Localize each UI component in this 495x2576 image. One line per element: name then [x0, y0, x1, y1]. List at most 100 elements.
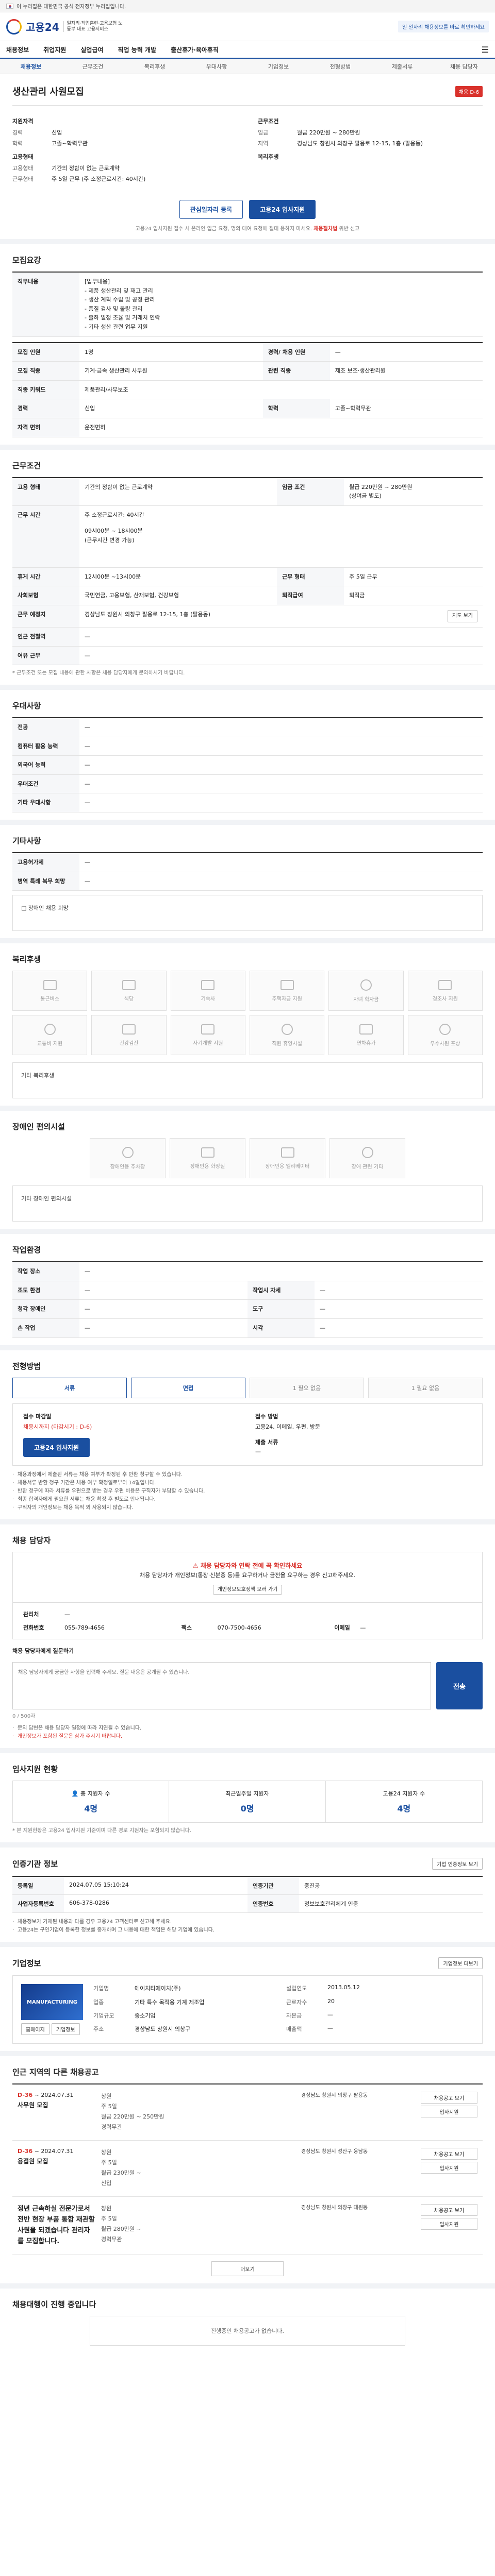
- row-key: 작업시 자세: [248, 1281, 315, 1300]
- welfare-etc: 기타 복리후생: [12, 1062, 483, 1099]
- welfare-item: 주택자금 지원: [249, 971, 325, 1011]
- job-meta: 창원: [101, 2149, 112, 2156]
- menu-icon[interactable]: ☰: [482, 45, 489, 55]
- question-submit-button[interactable]: 전송: [436, 1662, 483, 1710]
- apply-job-button[interactable]: 입사지원: [421, 2218, 477, 2230]
- row-value: 퇴직금: [344, 586, 483, 605]
- cert-notes: 채용정보가 기재된 내용과 다를 경우 고용24 고객센터로 신고해 주세요. …: [12, 1918, 483, 1935]
- cert-info-button[interactable]: 기업 인증정보 보기: [432, 1858, 483, 1870]
- info-key: 설립연도: [286, 1985, 307, 1992]
- job-item[interactable]: 정년 근속하실 전문가로서 전반 현장 부품 통합 재관할 사원을 되겠습니다 …: [12, 2197, 483, 2255]
- duty-table: 직무내용 [업무내용] - 제품 생산관리 및 재고 관리 - 생산 계획 수립 …: [12, 272, 483, 337]
- gnb-item-benefit[interactable]: 실업급여: [80, 45, 103, 54]
- note-item: 최종 합격자에게 필요한 서류는 채용 확정 후 별도로 안내됩니다.: [12, 1496, 483, 1504]
- section-title: 장애인 편의시설: [12, 1122, 65, 1132]
- tab-work[interactable]: 근무조건: [62, 62, 124, 71]
- row-key: 모집 직종: [12, 361, 79, 381]
- facility-label: 장애인용 주차장: [110, 1164, 145, 1170]
- summary-value: 경상남도 창원시 의창구 팔용로 12-15, 1층 (팔용동): [297, 140, 423, 147]
- gnb-item-leave[interactable]: 출산휴가·육아휴직: [171, 45, 219, 54]
- row-key: 휴게 시간: [12, 567, 79, 587]
- job-title[interactable]: 용접원 모집: [18, 2157, 95, 2165]
- tab-recruit[interactable]: 채용정보: [0, 62, 62, 71]
- job-location: 경상남도 창원시 성산구 웅남동: [301, 2149, 368, 2155]
- email-value: —: [360, 1624, 366, 1631]
- info-value: 2013.05.12: [327, 1984, 360, 1991]
- fax-value: 070-7500-4656: [217, 1624, 261, 1631]
- step-none: 1 필요 없음: [368, 1377, 483, 1398]
- bus-icon: [43, 979, 57, 990]
- job-title[interactable]: 정년 근속하실 전문가로서 전반 현장 부품 통합 재관할 사원을 되겠습니다 …: [18, 2204, 95, 2247]
- warning-body: 채용 담당자가 개인정보(통장·신분증 등)를 요구하거나 금전을 요구하는 경…: [140, 1572, 355, 1579]
- welfare-item: 자기개발 지원: [170, 1015, 245, 1056]
- step-none: 1 필요 없음: [250, 1377, 364, 1398]
- conditions-label: 근무조건: [258, 118, 279, 125]
- row-value: 신입: [79, 399, 263, 418]
- row-key: 사업자등록번호: [12, 1895, 64, 1913]
- logo-text: 고용24: [26, 21, 59, 33]
- save-job-button[interactable]: 관심일자리 등록: [179, 200, 243, 219]
- privacy-button[interactable]: 개인정보보호정책 보러 가기: [212, 1584, 283, 1595]
- job-title[interactable]: 사무원 모집: [18, 2100, 95, 2109]
- job-item[interactable]: D-36 ~ 2024.07.31 사무원 모집 창원 주 5일 월급 220만원 ~…: [12, 2084, 483, 2141]
- row-value: 월급 220만원 ~ 280만원 (상여금 별도): [344, 477, 483, 506]
- tab-welfare[interactable]: 복리후생: [124, 62, 186, 71]
- row-key: 근무 형태: [277, 567, 344, 587]
- row-value: 중진공: [299, 1877, 483, 1895]
- view-job-button[interactable]: 채용공고 보기: [421, 2148, 477, 2160]
- tab-company[interactable]: 기업정보: [248, 62, 309, 71]
- view-job-button[interactable]: 채용공고 보기: [421, 2204, 477, 2216]
- apply-job-button[interactable]: 입사지원: [421, 2106, 477, 2118]
- empty-message: 진행중인 채용공고가 없습니다.: [90, 2315, 405, 2346]
- section-title: 전형방법: [12, 1361, 41, 1371]
- tab-prefer[interactable]: 우대사항: [186, 62, 248, 71]
- info-value: 기타 특수 목적용 기계 제조업: [135, 1998, 205, 2006]
- nearby-section: 인근 지역의 다른 채용공고 D-36 ~ 2024.07.31 사무원 모집 창…: [0, 2056, 495, 2289]
- gnb-item-support[interactable]: 취업지원: [43, 45, 66, 54]
- job-item[interactable]: D-36 ~ 2024.07.31 용접원 모집 창원 주 5일 월급 230만원 ~…: [12, 2141, 483, 2197]
- question-notes: 문의 답변은 채용 담당자 일정에 따라 지연될 수 있습니다. 개인정보가 포…: [12, 1724, 483, 1741]
- hours-text: 주 소정근로시간: 40시간: [85, 511, 144, 518]
- gnb-item-training[interactable]: 직업 능력 개발: [118, 45, 157, 54]
- apply-button-2[interactable]: 고용24 입사지원: [23, 1437, 90, 1457]
- welfare-label: 교통비 지원: [37, 1041, 63, 1047]
- phone-value[interactable]: 055-789-4656: [64, 1624, 176, 1631]
- apply-button[interactable]: 고용24 입사지원: [249, 200, 316, 219]
- welfare-item: 기숙사: [170, 971, 245, 1011]
- stats-section: 입사지원 현황 👤 총 지원자 수 4명 최근일주일 지원자 0명 고용24 지원자…: [0, 1753, 495, 1848]
- company-more-button[interactable]: 기업정보 더보기: [438, 1957, 483, 1970]
- duty-label: 직무내용: [12, 272, 79, 337]
- map-button[interactable]: 지도 보기: [448, 609, 477, 622]
- apply-job-button[interactable]: 입사지원: [421, 2162, 477, 2174]
- welfare-item: 직원 휴양시설: [249, 1015, 325, 1056]
- gnb-item-jobs[interactable]: 채용정보: [6, 45, 29, 54]
- view-job-button[interactable]: 채용공고 보기: [421, 2092, 477, 2104]
- homepage-button[interactable]: 홈페이지: [21, 2023, 50, 2036]
- logo[interactable]: 고용24 일자리·직업훈련·고용보험 노동부 대표 고용서비스: [6, 19, 125, 35]
- note-highlight[interactable]: 채용절차법: [314, 226, 337, 232]
- qualification-label: 지원자격: [12, 118, 34, 125]
- welfare-section: 복리후생 통근버스 식당 기숙사 주택자금 지원 자녀 학자금 경조사 지원 교…: [0, 943, 495, 1111]
- question-input[interactable]: [12, 1662, 431, 1710]
- row-value: —: [79, 853, 483, 872]
- warning-title: 채용 담당자와 연락 전에 꼭 확인하세요: [200, 1562, 303, 1569]
- disabled-grid: 장애인용 주차장 장애인용 화장실 장애인용 엘리베이터 장애 관련 기타: [90, 1138, 405, 1179]
- row-value: —: [315, 1318, 483, 1338]
- info-value: —: [327, 2011, 333, 2018]
- more-jobs-button[interactable]: 더보기: [211, 2261, 284, 2276]
- contact-value: —: [64, 1611, 70, 1618]
- note-item: 채용정보가 기재된 내용과 다를 경우 고용24 고객센터로 신고해 주세요.: [12, 1918, 483, 1926]
- char-count: 0 / 500자: [12, 1714, 36, 1720]
- facility-label: 장애인용 엘리베이터: [265, 1163, 310, 1170]
- company-info-button[interactable]: 기업정보: [51, 2023, 80, 2036]
- process-steps: 서류 면접 1 필요 없음 1 필요 없음: [12, 1377, 483, 1398]
- method-key: 제출 서류: [255, 1438, 278, 1446]
- welfare-item: 우수사원 포상: [407, 1015, 483, 1056]
- tab-docs[interactable]: 제출서류: [371, 62, 433, 71]
- row-key: 자격 면허: [12, 418, 79, 437]
- welfare-label: 연차휴가: [356, 1040, 376, 1046]
- row-value: 주 5일 근무: [344, 567, 483, 587]
- tab-process[interactable]: 전형방법: [309, 62, 371, 71]
- header-notice[interactable]: 일 일자리 채용정보를 바로 확인하세요: [398, 21, 489, 32]
- tab-contact[interactable]: 채용 담당자: [433, 62, 495, 71]
